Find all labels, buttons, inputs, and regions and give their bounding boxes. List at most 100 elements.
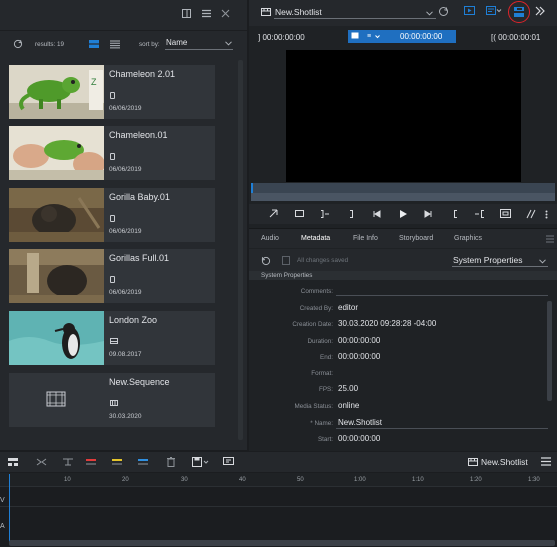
ruler-tick: 20	[122, 477, 129, 483]
metadata-preset-select[interactable]: System Properties	[452, 253, 548, 267]
save-dropdown-icon[interactable]	[192, 457, 209, 467]
timeline-layout-icon[interactable]	[8, 458, 18, 466]
viewer-title: New.Shotlist	[275, 7, 322, 17]
tab-metadata[interactable]: Metadata	[301, 235, 330, 242]
insert-yellow-icon[interactable]	[112, 458, 122, 466]
more-dots-icon[interactable]	[545, 210, 548, 219]
clip-card[interactable]: Chameleon.01 06/06/2019	[9, 126, 215, 180]
video-icon	[110, 338, 118, 344]
chevron-down-icon	[539, 259, 546, 264]
close-icon[interactable]	[221, 9, 230, 18]
scrub-track	[251, 193, 555, 201]
split-view-icon[interactable]	[514, 7, 524, 17]
insert-blue-icon[interactable]	[138, 458, 148, 466]
clip-thumbnail: Z	[9, 65, 104, 119]
fullscreen-icon[interactable]	[500, 209, 511, 218]
grid-view-icon[interactable]	[89, 40, 99, 48]
step-back-icon[interactable]	[372, 210, 381, 218]
step-forward-icon[interactable]	[424, 210, 433, 218]
clip-thumbnail	[9, 311, 104, 365]
trash-icon[interactable]	[167, 457, 175, 467]
menu-icon[interactable]	[202, 9, 211, 18]
clip-card[interactable]: Gorilla Baby.01 06/06/2019	[9, 188, 215, 242]
transport-controls	[249, 204, 557, 224]
clip-title: New.Sequence	[109, 377, 170, 387]
mark-out-timecode[interactable]: [( 00:00:00:01	[491, 33, 540, 42]
timeline-scrollbar[interactable]	[9, 540, 555, 546]
field-value: 30.03.2020 09:28:28 -04:00	[338, 319, 437, 328]
mark-in-icon[interactable]	[349, 210, 354, 218]
layout-dropdown-icon[interactable]	[486, 6, 502, 16]
mark-in-timecode[interactable]: ] 00:00:00:00	[258, 33, 305, 42]
phone-icon	[110, 92, 115, 99]
clear-in-icon[interactable]	[320, 210, 330, 218]
browser-toolbar: results: 19 sort by: Name	[0, 30, 247, 56]
field-label: End:	[320, 354, 333, 361]
clip-card[interactable]: New.Sequence 30.03.2020	[9, 373, 215, 427]
comments-input[interactable]	[336, 295, 548, 296]
section-title: System Properties	[261, 272, 313, 279]
expand-icon[interactable]	[535, 6, 545, 16]
tab-audio[interactable]: Audio	[261, 235, 279, 242]
metadata-toolbar: All changes saved System Properties	[249, 249, 557, 271]
viewer-scrub-bar[interactable]	[251, 183, 555, 201]
timeline-tracks[interactable]	[0, 487, 557, 540]
field-value: online	[338, 401, 360, 410]
field-label: Format:	[311, 370, 333, 377]
insert-red-icon[interactable]	[86, 458, 96, 466]
sort-select[interactable]: Name	[165, 37, 233, 50]
sync-icon[interactable]	[438, 6, 449, 17]
timeline-playhead[interactable]	[9, 474, 10, 544]
clear-out-icon[interactable]	[474, 210, 485, 218]
play-output-icon[interactable]	[464, 6, 475, 16]
ruler-tick: 30	[181, 477, 188, 483]
tab-storyboard[interactable]: Storyboard	[399, 235, 433, 242]
split-clip-icon[interactable]	[36, 458, 47, 466]
browser-scrollbar[interactable]	[238, 60, 243, 440]
play-icon[interactable]	[399, 209, 408, 219]
name-input[interactable]: New.Shotlist	[338, 418, 382, 427]
save-icon[interactable]	[282, 256, 290, 265]
metadata-preset: System Properties	[453, 255, 523, 265]
clip-date: 06/06/2019	[109, 228, 142, 235]
lift-icon[interactable]	[63, 458, 73, 466]
video-monitor[interactable]	[286, 50, 521, 182]
revert-icon[interactable]	[261, 256, 271, 266]
save-status: All changes saved	[297, 257, 349, 264]
field-label: * Name:	[310, 420, 333, 427]
clip-title: Gorilla Baby.01	[109, 192, 170, 202]
sequence-icon	[110, 400, 118, 406]
inspector-tabs: Audio Metadata File Info Storyboard Grap…	[249, 228, 557, 248]
ruler-tick: 1:20	[470, 477, 482, 483]
field-value: 00:00:00:00	[338, 352, 381, 361]
clip-card[interactable]: Gorillas Full.01 06/06/2019	[9, 249, 215, 303]
svg-text:Z: Z	[91, 77, 97, 87]
tab-file-info[interactable]: File Info	[353, 235, 378, 242]
timeline-settings-icon[interactable]	[223, 457, 234, 467]
ruler-tick: 1:30	[528, 477, 540, 483]
tab-graphics[interactable]: Graphics	[454, 235, 482, 242]
refresh-icon[interactable]	[13, 39, 23, 49]
audio-scrub-icon[interactable]	[526, 209, 538, 219]
clip-date: 06/06/2019	[109, 166, 142, 173]
safe-area-icon[interactable]	[295, 210, 304, 217]
list-view-icon[interactable]	[110, 40, 120, 49]
panel-layout-icon[interactable]	[182, 9, 191, 18]
mark-out-icon[interactable]	[453, 210, 458, 218]
metadata-scrollbar[interactable]	[547, 301, 552, 401]
goto-icon[interactable]	[269, 209, 278, 218]
clip-thumbnail	[9, 188, 104, 242]
clip-date: 06/06/2019	[109, 289, 142, 296]
field-label: Creation Date:	[292, 321, 333, 328]
current-timecode-field[interactable]: ≡ 00:00:00:00	[348, 30, 456, 43]
timeline-title: New.Shotlist	[481, 457, 528, 467]
field-value: 00:00:00:00	[338, 336, 381, 345]
timeline-menu-icon[interactable]	[541, 457, 551, 466]
tabs-menu-icon[interactable]	[546, 235, 554, 243]
field-value: 25.00	[338, 384, 359, 393]
clip-card[interactable]: Z Chameleon 2.01 06/06/2019	[9, 65, 215, 119]
clip-thumbnail	[9, 373, 104, 427]
clip-card[interactable]: London Zoo 09.08.2017	[9, 311, 215, 365]
shotlist-select[interactable]: New.Shotlist	[274, 5, 436, 19]
timecode-mode[interactable]: ≡	[367, 33, 371, 40]
